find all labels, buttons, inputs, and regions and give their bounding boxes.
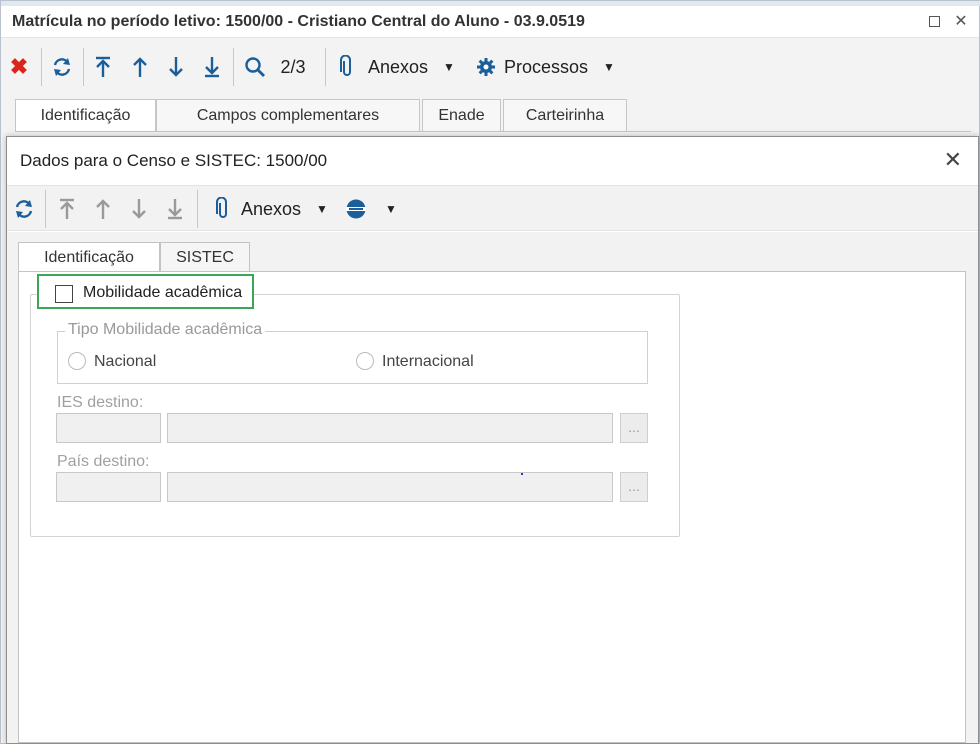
window-title: Matrícula no período letivo: 1500/00 - C… (12, 13, 585, 30)
pais-code-field[interactable] (56, 472, 161, 502)
refresh-icon[interactable] (12, 196, 36, 222)
anexos-label: Anexos (368, 56, 429, 77)
pais-destino-label: País destino: (57, 453, 150, 470)
close-window-icon[interactable]: ✕ (950, 11, 972, 33)
web-menu-button[interactable]: ▼ (345, 196, 407, 222)
censo-sistec-dialog: Dados para o Censo e SISTEC: 1500/00 ✕ A… (6, 136, 979, 744)
last-record-icon[interactable] (200, 54, 224, 80)
cursor-dot (521, 473, 523, 475)
chevron-down-icon: ▼ (385, 202, 397, 216)
mobilidade-label: Mobilidade acadêmica (83, 284, 243, 301)
internacional-radio[interactable] (356, 352, 374, 370)
chevron-down-icon: ▼ (443, 60, 455, 74)
ies-lookup-button[interactable]: ... (620, 413, 648, 443)
first-record-icon[interactable] (91, 54, 115, 80)
previous-record-icon (91, 196, 115, 222)
tab-identificacao[interactable]: Identificação (15, 99, 156, 132)
ies-code-field[interactable] (56, 413, 161, 443)
mobilidade-checkbox[interactable] (55, 285, 73, 303)
nacional-radio[interactable] (68, 352, 86, 370)
main-toolbar: ✖ 2/3 Anexos ▼ Processos ▼ (1, 44, 979, 90)
maximize-icon[interactable] (923, 11, 945, 33)
last-record-icon (163, 196, 187, 222)
internacional-label: Internacional (382, 353, 474, 370)
tab-identificacao[interactable]: Identificação (18, 242, 160, 273)
dialog-title: Dados para o Censo e SISTEC: 1500/00 (20, 151, 328, 170)
chevron-down-icon: ▼ (316, 202, 328, 216)
dialog-toolbar: Anexos ▼ ▼ (7, 185, 978, 231)
tab-divider (15, 131, 971, 132)
pais-lookup-button[interactable]: ... (620, 472, 648, 502)
globe-icon (346, 199, 366, 219)
nacional-label: Nacional (94, 353, 157, 370)
close-icon[interactable]: ✕ (944, 147, 962, 173)
first-record-icon (55, 196, 79, 222)
ies-name-field[interactable] (167, 413, 613, 443)
pais-name-field[interactable] (167, 472, 613, 502)
tipo-mobilidade-legend: Tipo Mobilidade acadêmica (65, 321, 266, 339)
tab-carteirinha[interactable]: Carteirinha (503, 99, 627, 131)
anexos-label: Anexos (241, 198, 302, 219)
paperclip-icon (216, 197, 227, 218)
next-record-icon[interactable] (164, 54, 188, 80)
tab-enade[interactable]: Enade (422, 99, 501, 131)
previous-record-icon[interactable] (128, 54, 152, 80)
mobilidade-highlight[interactable]: Mobilidade acadêmica (37, 274, 254, 309)
refresh-icon[interactable] (49, 54, 75, 80)
record-position: 2/3 (280, 56, 306, 77)
delete-icon[interactable]: ✖ (7, 54, 31, 80)
window-titlebar: Matrícula no período letivo: 1500/00 - C… (1, 6, 979, 38)
tab-campos-complementares[interactable]: Campos complementares (156, 99, 420, 131)
anexos-button[interactable]: Anexos ▼ (339, 54, 463, 80)
processos-label: Processos (504, 56, 589, 77)
tab-sistec[interactable]: SISTEC (160, 242, 250, 272)
anexos-button[interactable]: Anexos ▼ (215, 196, 339, 222)
gear-icon (477, 58, 495, 76)
chevron-down-icon: ▼ (603, 60, 615, 74)
next-record-icon (127, 196, 151, 222)
ies-destino-label: IES destino: (57, 394, 144, 411)
processos-button[interactable]: Processos ▼ (476, 54, 626, 80)
paperclip-icon (340, 55, 351, 76)
search-icon[interactable] (241, 54, 269, 80)
